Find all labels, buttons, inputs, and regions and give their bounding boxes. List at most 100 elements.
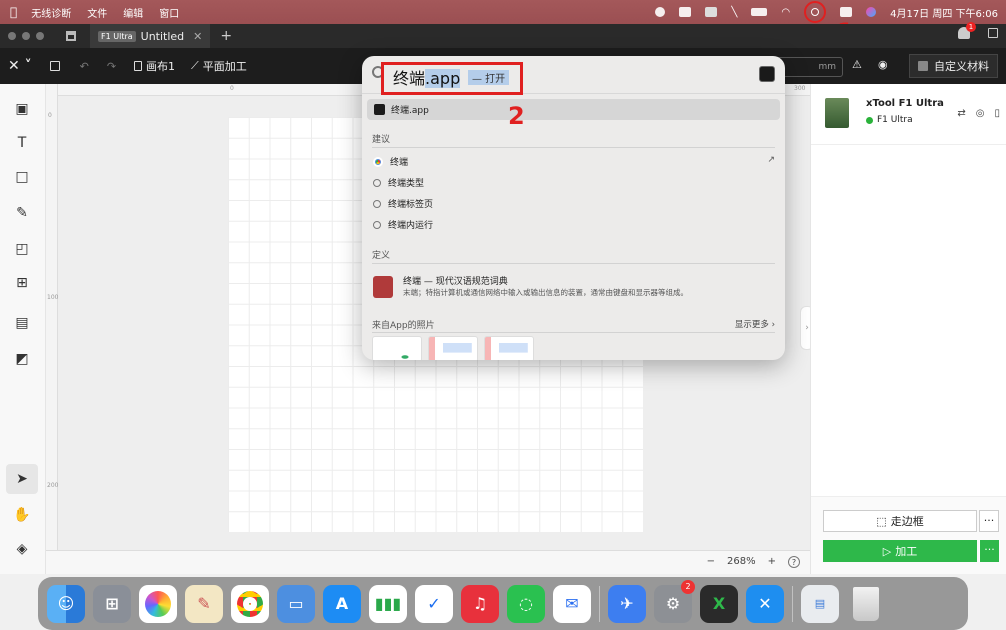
numbers-icon[interactable]: ▮▮▮: [369, 584, 407, 623]
zoom-window-button[interactable]: [36, 32, 44, 40]
window-layout-icon[interactable]: [988, 28, 998, 38]
custom-material-label: 自定义材料: [934, 60, 989, 73]
suggestion-item[interactable]: 终端: [373, 155, 408, 168]
xtool-creative-space-icon[interactable]: X: [700, 584, 738, 623]
wechat-icon[interactable]: ◌: [507, 584, 545, 623]
definition-text: 末端；特指计算机或通信网络中输入或输出信息的装置，通常由键盘和显示器等组成。: [403, 288, 688, 297]
select-tool-icon[interactable]: ➤: [6, 464, 38, 494]
device-settings-icon[interactable]: ◎: [976, 108, 985, 119]
materials-icon[interactable]: ▤: [13, 314, 31, 332]
import-image-icon[interactable]: ▣: [13, 100, 31, 118]
process-button[interactable]: ▷ 加工: [823, 540, 977, 562]
trash-icon[interactable]: [847, 585, 885, 623]
menu-wireless-diagnostics[interactable]: 无线诊断: [31, 5, 71, 20]
keynote-icon[interactable]: ▭: [277, 584, 315, 623]
canvas-selector[interactable]: 画布1: [134, 58, 175, 74]
layers-icon[interactable]: ◈: [13, 540, 31, 558]
control-center-icon[interactable]: [840, 7, 853, 17]
minimize-window-button[interactable]: [22, 32, 30, 40]
shape-tool-icon[interactable]: □: [13, 168, 31, 186]
photo-thumbnail[interactable]: [428, 336, 478, 360]
help-icon[interactable]: ?: [788, 556, 800, 568]
home-icon[interactable]: [66, 31, 76, 41]
wechat-status-icon[interactable]: [679, 7, 692, 17]
document-icon: [134, 61, 143, 71]
spotlight-window: 终端.app — 打开 终端.app 建议 终端 ↗ 终端类型 终端标签页 终端…: [362, 56, 785, 360]
pen-tool-icon[interactable]: ✎: [13, 204, 31, 222]
spotlight-query[interactable]: 终端.app: [393, 65, 461, 89]
netease-music-icon[interactable]: ♫: [461, 584, 499, 623]
suggestion-item[interactable]: 终端内运行: [373, 218, 433, 231]
open-external-icon[interactable]: ↗: [767, 155, 775, 165]
menubar-datetime[interactable]: 4月17日 周四 下午6:06: [890, 5, 998, 20]
photo-thumbnail[interactable]: [372, 336, 422, 360]
zoom-in-button[interactable]: +: [768, 556, 776, 568]
ruler-top-label: 300: [794, 85, 806, 92]
undo-icon[interactable]: ↶: [80, 60, 89, 73]
apple-menu-icon[interactable]: : [10, 5, 17, 19]
redo-icon[interactable]: ↷: [107, 60, 116, 73]
dingtalk-icon[interactable]: ✈: [608, 584, 646, 623]
show-more-link[interactable]: 显示更多 ›: [735, 318, 775, 330]
text-tool-icon[interactable]: T: [13, 134, 31, 152]
top-hit-terminal[interactable]: 终端.app: [367, 99, 780, 120]
apps-icon[interactable]: ⊞: [13, 274, 31, 292]
device-badge: F1 Ultra: [98, 30, 136, 42]
tab-untitled[interactable]: F1 Ultra Untitled ✕: [90, 24, 211, 48]
status-app-icon[interactable]: [655, 7, 666, 17]
zoom-out-button[interactable]: −: [707, 556, 715, 568]
new-tab-button[interactable]: +: [220, 28, 232, 44]
frame-more-button[interactable]: ···: [979, 510, 999, 532]
divider: [372, 263, 775, 264]
launchpad-icon[interactable]: ⊞: [93, 584, 131, 623]
device-actions: ⇄ ◎ ▯: [957, 108, 1000, 119]
search-icon: [373, 220, 381, 229]
system-settings-icon[interactable]: ⚙ 2: [654, 579, 695, 623]
siri-icon[interactable]: [866, 7, 877, 17]
textedit-icon[interactable]: ✎: [185, 584, 223, 623]
network-utility-icon[interactable]: ✕: [746, 584, 784, 623]
close-window-button[interactable]: [8, 32, 16, 40]
ruler-left-label: 200: [47, 482, 59, 489]
spotlight-search-field[interactable]: 终端.app — 打开: [362, 56, 785, 95]
camera-icon[interactable]: ◉: [878, 58, 888, 71]
processing-mode-selector[interactable]: ⟋ 平面加工: [191, 58, 247, 74]
material-icon[interactable]: ⚠: [852, 58, 862, 71]
xtool-menu-icon[interactable]: ✕ ˅: [8, 58, 32, 74]
custom-material-button[interactable]: 自定义材料: [909, 54, 998, 78]
switch-device-icon[interactable]: ⇄: [957, 108, 965, 119]
close-tab-icon[interactable]: ✕: [193, 30, 202, 43]
zoom-level[interactable]: 268%: [727, 556, 756, 568]
grid-status-icon[interactable]: [705, 7, 718, 17]
device-file-icon[interactable]: ▯: [994, 108, 1000, 119]
save-icon[interactable]: [49, 61, 60, 71]
shapes-library-icon[interactable]: ◰: [13, 240, 31, 258]
notification-bell-icon[interactable]: 1: [958, 22, 976, 39]
chrome-dock-icon[interactable]: [231, 584, 269, 623]
spotlight-search-icon[interactable]: [804, 1, 827, 23]
downloads-stack-icon[interactable]: ▤: [801, 584, 839, 623]
frame-button[interactable]: ⬚ 走边框: [823, 510, 977, 532]
finder-icon[interactable]: ☺: [47, 584, 85, 623]
process-actions: ⬚ 走边框 ··· ▷ 加工 ···: [811, 496, 1006, 574]
lark-mail-icon[interactable]: ✉: [553, 584, 591, 623]
definition-title[interactable]: 终端 — 现代汉语规范词典: [403, 274, 508, 287]
menu-edit[interactable]: 编辑: [123, 5, 143, 20]
device-image: [825, 98, 849, 128]
feishu-icon[interactable]: ✓: [415, 584, 453, 623]
photos-icon[interactable]: [139, 584, 177, 623]
menu-window[interactable]: 窗口: [159, 5, 179, 20]
process-more-button[interactable]: ···: [979, 540, 999, 562]
ai-tool-icon[interactable]: ◩: [13, 350, 31, 368]
battery-icon[interactable]: [751, 8, 768, 16]
suggestion-item[interactable]: 终端标签页: [373, 197, 433, 210]
slash-status-icon[interactable]: ╲: [731, 7, 737, 18]
settings-badge: 2: [681, 579, 695, 594]
hand-tool-icon[interactable]: ✋: [13, 506, 31, 524]
app-store-icon[interactable]: A: [323, 584, 361, 623]
wifi-icon[interactable]: ◠: [781, 7, 790, 18]
menu-file[interactable]: 文件: [87, 5, 107, 20]
suggestion-item[interactable]: 终端类型: [373, 176, 424, 189]
photo-thumbnail[interactable]: [484, 336, 534, 360]
window-controls: [8, 32, 44, 40]
